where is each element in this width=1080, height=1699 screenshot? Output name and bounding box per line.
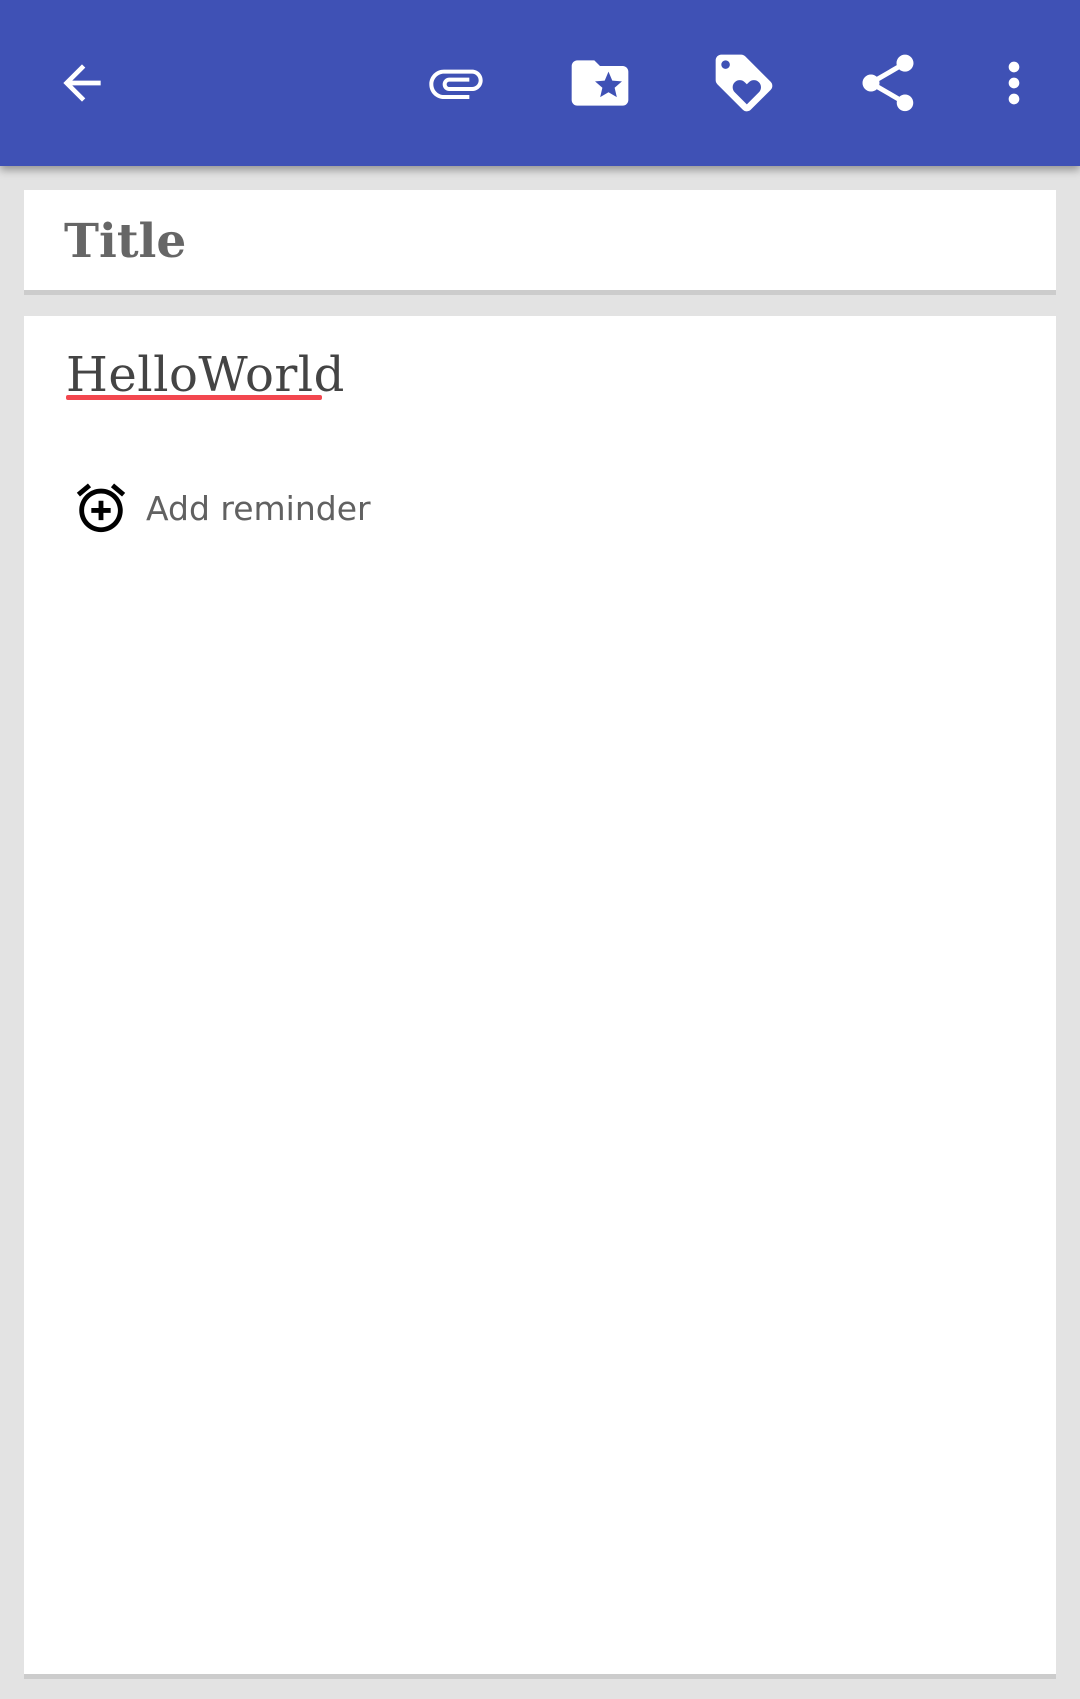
more-vert-icon [1008,61,1020,105]
category-button[interactable] [548,31,652,135]
back-button[interactable] [30,31,134,135]
share-button[interactable] [836,31,940,135]
arrow-left-icon [63,64,101,102]
tag-button[interactable] [692,31,796,135]
app-toolbar [0,0,1080,166]
add-reminder-label: Add reminder [146,488,371,528]
folder-star-icon [571,60,629,106]
title-input[interactable]: Title [64,214,186,270]
add-reminder-button[interactable]: Add reminder [72,476,371,540]
attach-button[interactable] [404,31,508,135]
more-options-button[interactable] [962,31,1066,135]
paperclip-icon [429,69,483,99]
spellcheck-underline [66,395,322,400]
tag-heart-icon [715,54,773,112]
title-card: Title [24,190,1056,295]
share-icon [862,54,914,112]
alarm-add-icon [72,479,130,537]
content-card: HelloWorld Add reminder [24,316,1056,1679]
